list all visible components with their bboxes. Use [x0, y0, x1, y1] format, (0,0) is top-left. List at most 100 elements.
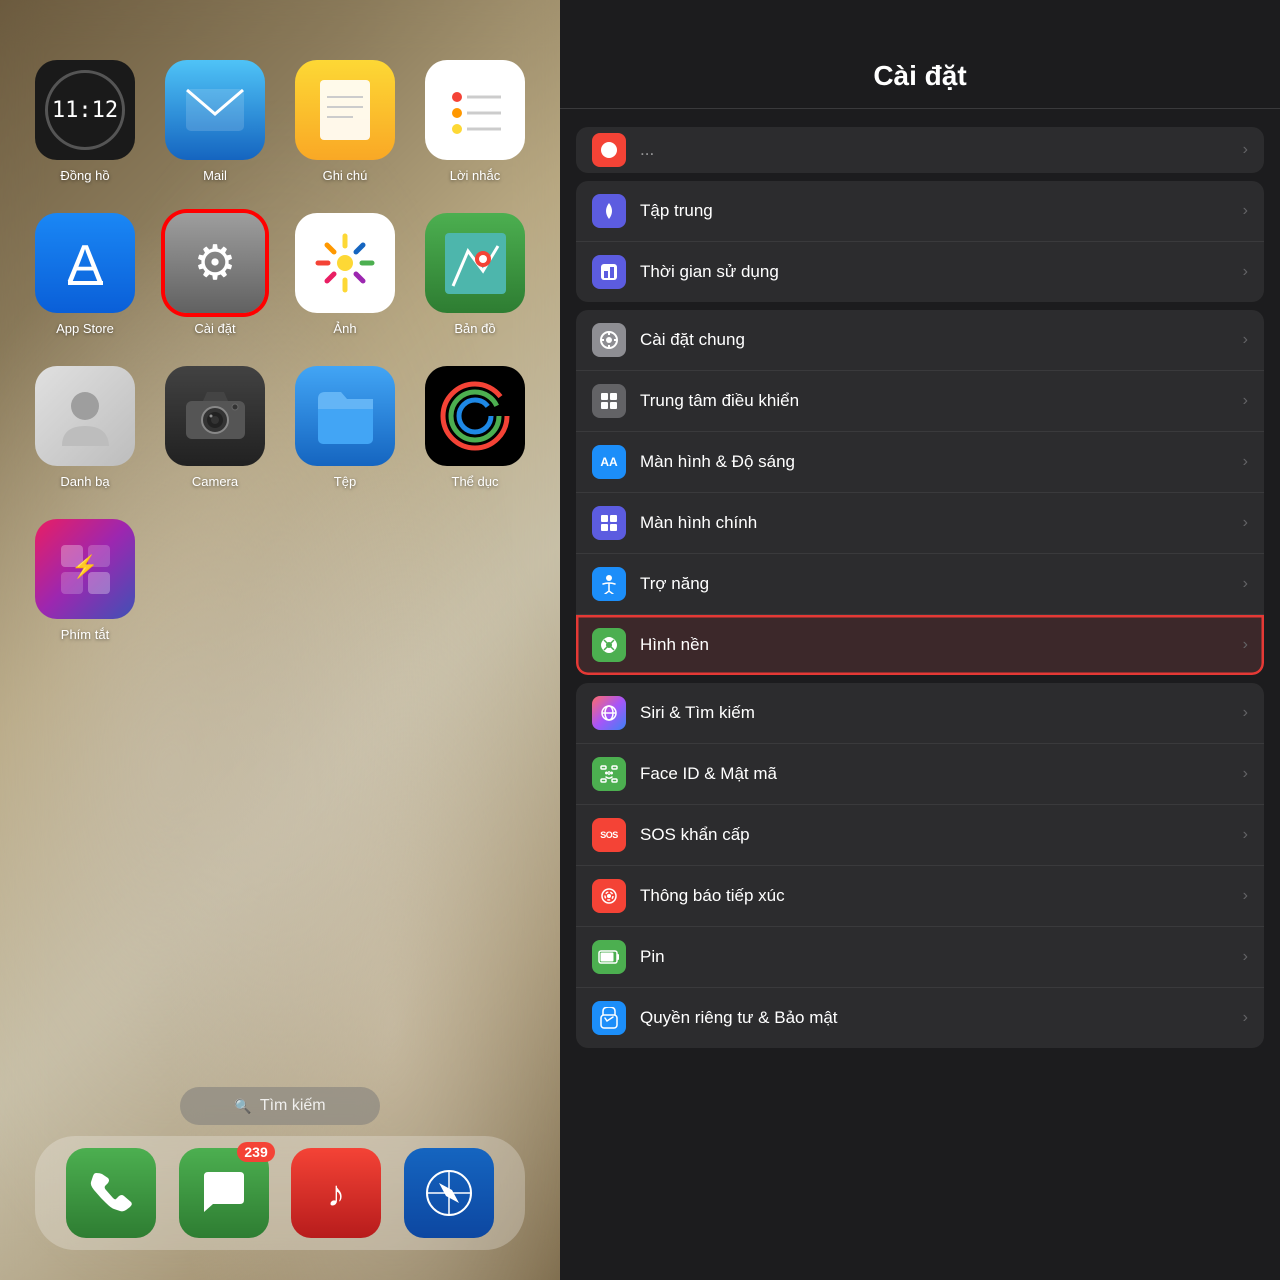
- siri-chevron: ›: [1243, 704, 1248, 722]
- settings-row-privacy[interactable]: Quyền riêng tư & Bảo mật ›: [576, 988, 1264, 1048]
- screentime-icon: [592, 255, 626, 289]
- phone-icon: [66, 1148, 156, 1238]
- exposure-svg: [599, 886, 619, 906]
- svg-text:♪: ♪: [327, 1173, 345, 1214]
- app-photos[interactable]: Ảnh: [290, 213, 400, 336]
- partial-icon: [592, 133, 626, 167]
- app-fitness[interactable]: Thể dục: [420, 366, 530, 489]
- privacy-icon: [592, 1001, 626, 1035]
- general-svg: [599, 330, 619, 350]
- exposure-icon: [592, 879, 626, 913]
- focus-chevron: ›: [1243, 202, 1248, 220]
- app-contacts[interactable]: Danh bạ: [30, 366, 140, 489]
- dock-music[interactable]: ♪: [291, 1148, 381, 1238]
- control-svg: [599, 391, 619, 411]
- app-notes[interactable]: Ghi chú: [290, 60, 400, 183]
- settings-row-wallpaper[interactable]: Hình nền ›: [576, 615, 1264, 675]
- app-maps-label: Bản đồ: [454, 321, 495, 336]
- app-contacts-label: Danh bạ: [60, 474, 109, 489]
- siri-label: Siri & Tìm kiếm: [640, 703, 1235, 723]
- siri-icon: [592, 696, 626, 730]
- settings-row-homescreen[interactable]: Màn hình chính ›: [576, 493, 1264, 554]
- app-files[interactable]: Tệp: [290, 366, 400, 489]
- faceid-chevron: ›: [1243, 765, 1248, 783]
- app-mail[interactable]: Mail: [160, 60, 270, 183]
- contacts-icon: [35, 366, 135, 466]
- app-camera[interactable]: Camera: [160, 366, 270, 489]
- music-svg: ♪: [311, 1168, 361, 1218]
- focus-icon: [592, 194, 626, 228]
- left-panel: 11:12 Đồng hồ Mail: [0, 0, 560, 1280]
- dock-messages[interactable]: 239: [179, 1148, 269, 1238]
- wallpaper-chevron: ›: [1243, 636, 1248, 654]
- svg-text:⚡: ⚡: [71, 554, 98, 580]
- settings-group-display: Cài đặt chung › Trung tâm điều khiển ›: [576, 310, 1264, 675]
- accessibility-svg: [599, 574, 619, 594]
- homescreen-chevron: ›: [1243, 514, 1248, 532]
- app-mail-label: Mail: [203, 168, 227, 183]
- homescreen-label: Màn hình chính: [640, 513, 1235, 533]
- search-bar[interactable]: 🔍 Tìm kiếm: [180, 1087, 380, 1125]
- display-label: Màn hình & Độ sáng: [640, 452, 1235, 472]
- settings-row-battery[interactable]: Pin ›: [576, 927, 1264, 988]
- app-fitness-label: Thể dục: [452, 474, 499, 489]
- screentime-svg: [599, 262, 619, 282]
- screentime-label: Thời gian sử dụng: [640, 262, 1235, 282]
- dock-phone[interactable]: [66, 1148, 156, 1238]
- dock-safari[interactable]: [404, 1148, 494, 1238]
- files-icon: [295, 366, 395, 466]
- app-maps[interactable]: Bản đồ: [420, 213, 530, 336]
- settings-header: Cài đặt: [560, 0, 1280, 109]
- settings-row-exposure[interactable]: Thông báo tiếp xúc ›: [576, 866, 1264, 927]
- app-settings-label: Cài đặt: [194, 321, 235, 336]
- app-clock[interactable]: 11:12 Đồng hồ: [30, 60, 140, 183]
- notes-icon: [295, 60, 395, 160]
- settings-row-display[interactable]: AA Màn hình & Độ sáng ›: [576, 432, 1264, 493]
- partial-svg: [599, 140, 619, 160]
- wallpaper-svg: [599, 635, 619, 655]
- wallpaper-icon: [592, 628, 626, 662]
- fitness-icon: [425, 366, 525, 466]
- notes-svg: [315, 75, 375, 145]
- battery-label: Pin: [640, 947, 1235, 967]
- focus-svg: [599, 201, 619, 221]
- appstore-icon: A: [35, 213, 135, 313]
- settings-row-faceid[interactable]: Face ID & Mật mã ›: [576, 744, 1264, 805]
- settings-row-focus[interactable]: Tập trung ›: [576, 181, 1264, 242]
- settings-row-control[interactable]: Trung tâm điều khiển ›: [576, 371, 1264, 432]
- settings-title: Cài đặt: [873, 60, 966, 91]
- app-appstore-label: App Store: [56, 321, 114, 336]
- privacy-chevron: ›: [1243, 1009, 1248, 1027]
- faceid-icon: [592, 757, 626, 791]
- app-reminders[interactable]: Lời nhắc: [420, 60, 530, 183]
- app-clock-label: Đồng hồ: [60, 168, 109, 183]
- settings-row-general[interactable]: Cài đặt chung ›: [576, 310, 1264, 371]
- maps-icon: [425, 213, 525, 313]
- camera-svg: [183, 389, 248, 444]
- settings-row-partial[interactable]: ... ›: [576, 127, 1264, 173]
- exposure-chevron: ›: [1243, 887, 1248, 905]
- app-files-label: Tệp: [334, 474, 356, 489]
- settings-row-screentime[interactable]: Thời gian sử dụng ›: [576, 242, 1264, 302]
- battery-chevron: ›: [1243, 948, 1248, 966]
- homescreen-svg: [599, 513, 619, 533]
- sos-text: SOS: [600, 830, 618, 840]
- fitness-svg: [440, 381, 510, 451]
- mail-envelope-svg: [185, 88, 245, 132]
- display-icon: AA: [592, 445, 626, 479]
- settings-row-accessibility[interactable]: Trợ năng ›: [576, 554, 1264, 615]
- contacts-svg: [58, 384, 113, 449]
- app-appstore[interactable]: A App Store: [30, 213, 140, 336]
- app-shortcuts-label: Phím tắt: [61, 627, 109, 642]
- accessibility-chevron: ›: [1243, 575, 1248, 593]
- privacy-label: Quyền riêng tư & Bảo mật: [640, 1008, 1235, 1028]
- control-label: Trung tâm điều khiển: [640, 391, 1235, 411]
- wallpaper-label: Hình nền: [640, 635, 1235, 655]
- app-shortcuts[interactable]: ⚡ Phím tắt: [30, 519, 140, 642]
- photos-icon: [295, 213, 395, 313]
- app-settings[interactable]: ⚙ Cài đặt: [160, 213, 270, 336]
- app-camera-label: Camera: [192, 474, 238, 489]
- settings-row-siri[interactable]: Siri & Tìm kiếm ›: [576, 683, 1264, 744]
- sos-label: SOS khẩn cấp: [640, 825, 1235, 845]
- settings-row-sos[interactable]: SOS SOS khẩn cấp ›: [576, 805, 1264, 866]
